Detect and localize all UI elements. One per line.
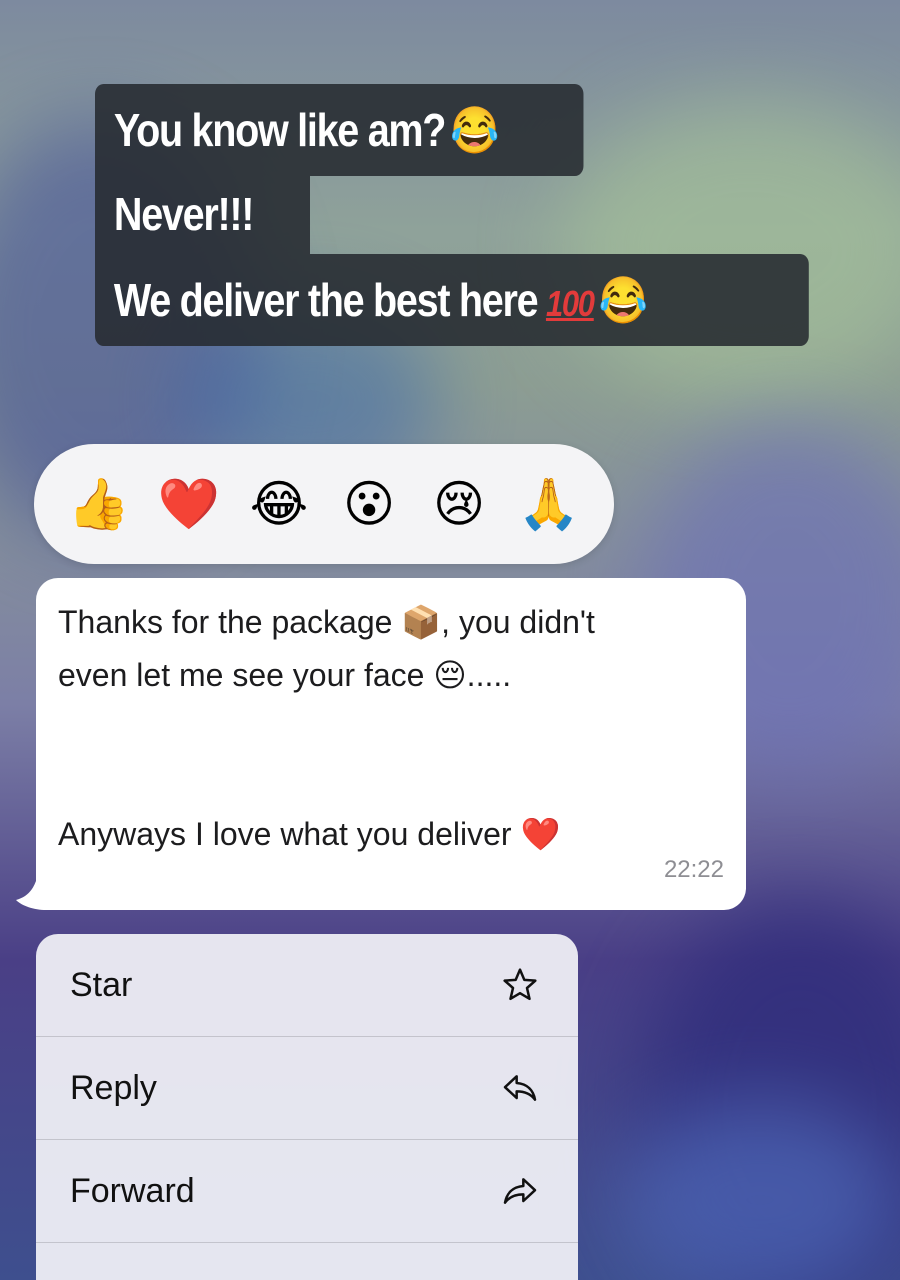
package-icon: 📦 bbox=[401, 604, 442, 640]
message-gap bbox=[58, 702, 722, 808]
menu-item-label: Star bbox=[70, 965, 133, 1004]
caption-text: You know like am? bbox=[113, 104, 447, 156]
red-heart-icon: ❤️ bbox=[520, 816, 561, 852]
menu-item-label: Forward bbox=[70, 1171, 195, 1210]
thumbs-up-icon[interactable]: 👍 bbox=[67, 472, 131, 536]
caption-text: Never!!! bbox=[113, 188, 254, 240]
reaction-bar: 👍 ❤️ 😂 😮 😢 🙏 bbox=[34, 444, 614, 564]
menu-item-label: Reply bbox=[70, 1068, 157, 1107]
caption-text: We deliver the best here bbox=[113, 274, 539, 326]
star-icon bbox=[498, 963, 542, 1007]
message-text: Anyways I love what you deliver bbox=[58, 816, 521, 852]
reply-icon bbox=[498, 1066, 542, 1110]
menu-item-star[interactable]: Star bbox=[36, 934, 578, 1037]
hundred-points-icon: 100 bbox=[545, 283, 595, 324]
message-bubble[interactable]: Thanks for the package 📦, you didn't eve… bbox=[36, 578, 746, 910]
message-context-menu: Star Reply Forward bbox=[36, 934, 578, 1280]
message-text: Thanks for the package bbox=[58, 604, 402, 640]
forward-icon bbox=[498, 1169, 542, 1213]
message-text: ..... bbox=[466, 657, 512, 693]
message-text: , you didn't bbox=[441, 604, 595, 640]
tears-of-joy-icon: 😂 bbox=[598, 274, 648, 326]
story-caption-line-2: Never!!! bbox=[95, 176, 310, 254]
story-caption-line-3: We deliver the best here 100 😂 bbox=[95, 254, 809, 346]
menu-item-reply[interactable]: Reply bbox=[36, 1037, 578, 1140]
red-heart-icon[interactable]: ❤️ bbox=[157, 472, 221, 536]
message-line-1: Thanks for the package 📦, you didn't bbox=[58, 596, 722, 649]
surprised-face-icon[interactable]: 😮 bbox=[337, 472, 401, 536]
message-text: even let me see your face bbox=[58, 657, 434, 693]
tears-of-joy-icon[interactable]: 😂 bbox=[247, 472, 311, 536]
pensive-face-icon: 😔 bbox=[433, 657, 467, 693]
crying-face-icon[interactable]: 😢 bbox=[427, 472, 491, 536]
message-line-3: Anyways I love what you deliver ❤️ bbox=[58, 808, 722, 861]
message-timestamp: 22:22 bbox=[663, 856, 724, 883]
menu-item-forward[interactable]: Forward bbox=[36, 1140, 578, 1243]
story-caption-line-1: You know like am? 😂 bbox=[95, 84, 584, 176]
tears-of-joy-icon: 😂 bbox=[450, 104, 499, 156]
message-line-2: even let me see your face 😔..... bbox=[58, 649, 722, 702]
folded-hands-icon[interactable]: 🙏 bbox=[517, 472, 581, 536]
